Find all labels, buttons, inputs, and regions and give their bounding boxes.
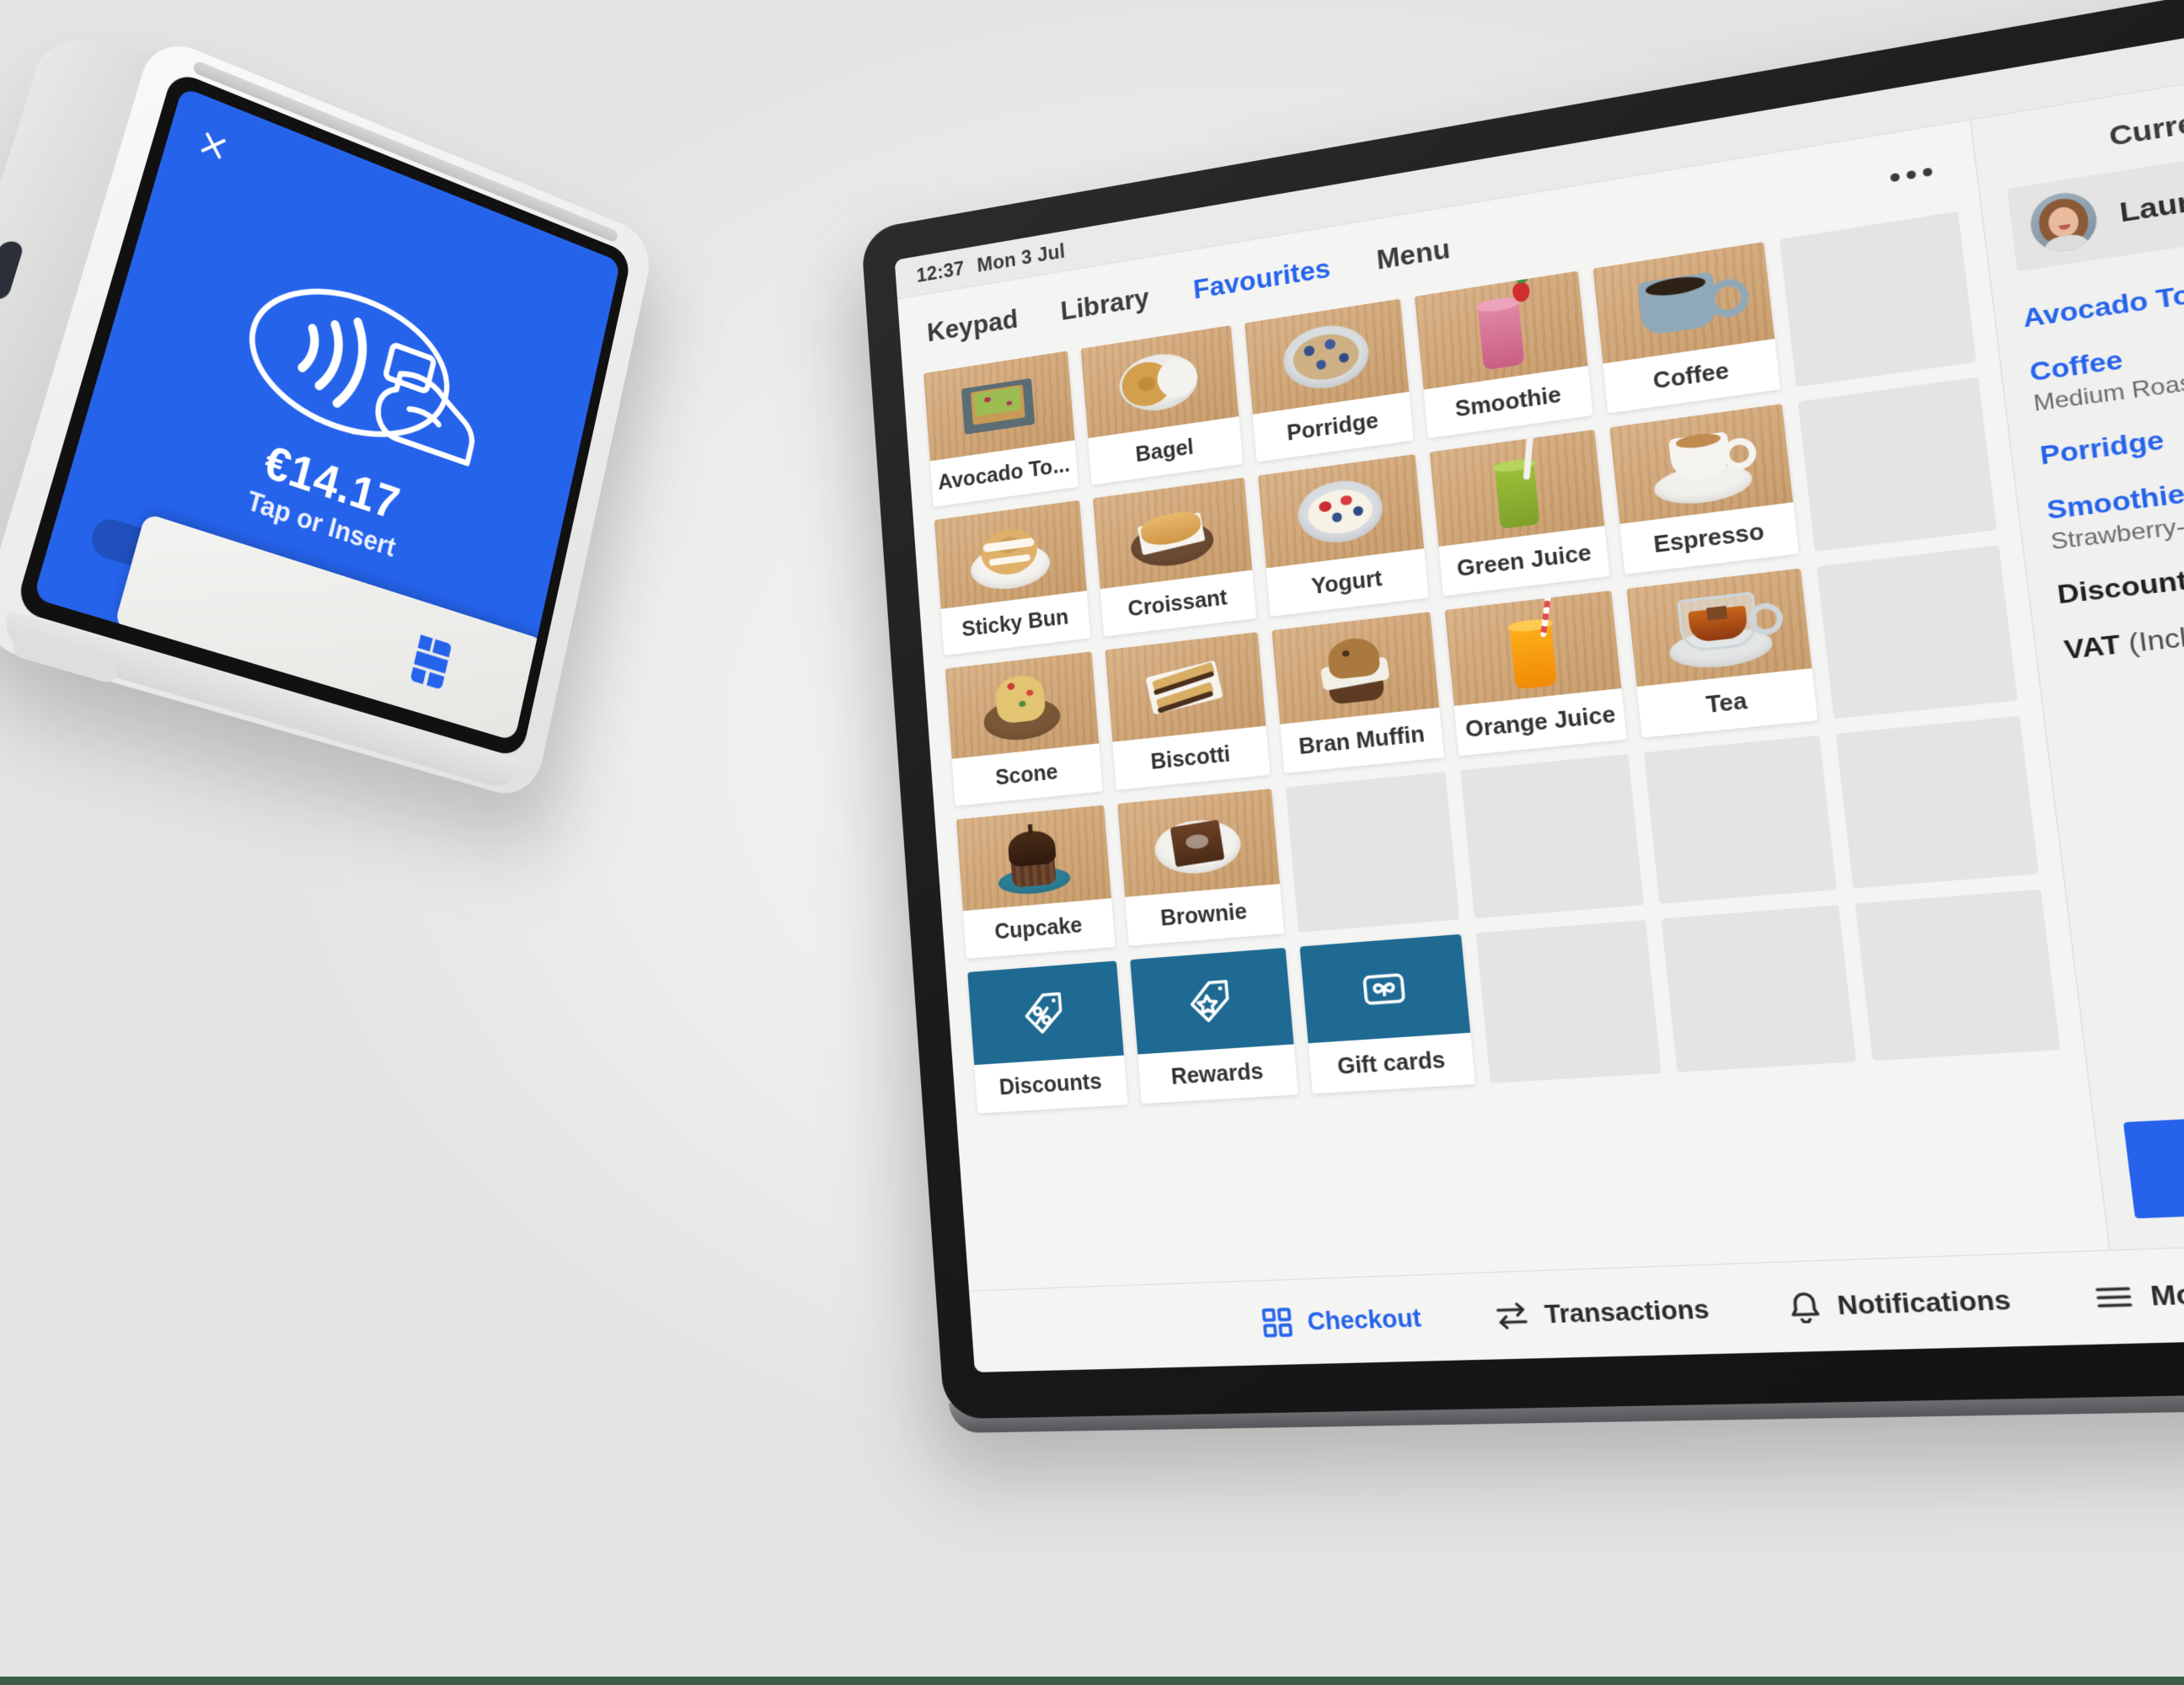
product-image: [1445, 590, 1622, 706]
tablet-device: 12:37 Mon 3 Jul Keypad Library Favourite…: [860, 0, 2184, 1434]
tab-favourites[interactable]: Favourites: [1192, 253, 1332, 305]
product-tile-green-juice[interactable]: Green Juice: [1430, 429, 1610, 596]
grid-tile-empty: [1797, 377, 1997, 552]
product-grid-scroll[interactable]: Avocado To... Bagel Porridge Smoothie Coffee…: [903, 208, 2109, 1291]
product-image: [1271, 612, 1440, 725]
tile-label: Discounts: [974, 1055, 1128, 1114]
product-tile-coffee[interactable]: Coffee: [1592, 241, 1781, 414]
product-tile-avocado-to[interactable]: Avocado To...: [923, 350, 1079, 507]
nav-item-notifications[interactable]: Notifications: [1786, 1283, 2012, 1324]
grid-tile-empty: [1476, 919, 1662, 1083]
grid-tile-empty: [1835, 715, 2039, 889]
close-icon[interactable]: [192, 123, 234, 168]
grid-tile-empty: [1644, 735, 1838, 904]
product-tile-tea[interactable]: Tea: [1626, 568, 1818, 738]
product-image: [934, 500, 1087, 609]
grid-tile-empty: [1817, 544, 2018, 719]
product-tile-croissant[interactable]: Croissant: [1092, 477, 1256, 637]
product-grid: Avocado To... Bagel Porridge Smoothie Coffee…: [923, 211, 2061, 1114]
product-image: [1092, 477, 1252, 590]
nav-item-more[interactable]: More: [2094, 1278, 2184, 1313]
product-image: [956, 805, 1111, 912]
grid-tile-empty: [1285, 772, 1460, 933]
gift-card-icon: [1299, 933, 1471, 1044]
product-image: [1626, 568, 1812, 687]
product-image: [945, 651, 1100, 759]
hamburger-icon: [2094, 1283, 2134, 1311]
tab-library[interactable]: Library: [1060, 283, 1151, 327]
product-image: [1105, 632, 1266, 742]
tile-label: Gift cards: [1308, 1032, 1476, 1094]
nav-item-label: Notifications: [1835, 1285, 2013, 1320]
sumup-logo-icon: [410, 634, 452, 690]
star-tag-icon: [1129, 947, 1294, 1055]
product-tile-cupcake[interactable]: Cupcake: [956, 805, 1116, 959]
product-tile-espresso[interactable]: Espresso: [1609, 404, 1800, 575]
grid-tile-empty: [1460, 753, 1645, 919]
grid-tile-empty: [1855, 889, 2061, 1062]
status-date: Mon 3 Jul: [976, 239, 1067, 276]
grid-tile-empty: [1661, 905, 1857, 1073]
nav-item-label: More: [2149, 1278, 2184, 1311]
product-tile-biscotti[interactable]: Biscotti: [1105, 632, 1271, 790]
product-tile-bagel[interactable]: Bagel: [1080, 325, 1243, 485]
product-tile-yogurt[interactable]: Yogurt: [1257, 453, 1430, 617]
tab-keypad[interactable]: Keypad: [926, 304, 1019, 348]
overflow-menu-icon[interactable]: [1881, 155, 1942, 195]
action-tile-discounts[interactable]: Discounts: [967, 960, 1128, 1114]
status-time: 12:37: [915, 256, 966, 286]
customer-name: Lauren Nowak: [2117, 163, 2184, 229]
discount-tag-icon: [967, 960, 1124, 1066]
product-tile-sticky-bun[interactable]: Sticky Bun: [934, 500, 1091, 655]
product-image: [1117, 789, 1280, 897]
bell-icon: [1786, 1290, 1823, 1324]
action-tile-gift-cards[interactable]: Gift cards: [1299, 933, 1476, 1094]
product-image: [1257, 453, 1425, 569]
product-tile-smoothie[interactable]: Smoothie: [1415, 270, 1593, 439]
transfer-icon: [1493, 1299, 1531, 1332]
grid-tile-empty: [1780, 211, 1977, 388]
action-tile-rewards[interactable]: Rewards: [1129, 947, 1298, 1105]
grid-icon: [1261, 1307, 1294, 1339]
cart-vat-note: (Included): [2127, 613, 2184, 659]
tab-menu[interactable]: Menu: [1375, 233, 1452, 276]
product-tile-orange-juice[interactable]: Orange Juice: [1445, 590, 1627, 757]
avatar: [2027, 188, 2101, 256]
product-tile-brownie[interactable]: Brownie: [1117, 789, 1284, 946]
bottom-color-strip: [0, 1677, 2184, 1685]
nav-item-transactions[interactable]: Transactions: [1493, 1293, 1710, 1332]
nav-item-checkout[interactable]: Checkout: [1261, 1303, 1422, 1339]
product-tile-porridge[interactable]: Porridge: [1244, 298, 1415, 463]
tile-label: Rewards: [1138, 1044, 1298, 1105]
nav-item-label: Checkout: [1306, 1303, 1422, 1335]
product-tile-scone[interactable]: Scone: [945, 651, 1103, 806]
nav-item-label: Transactions: [1543, 1294, 1710, 1329]
product-tile-bran-muffin[interactable]: Bran Muffin: [1271, 612, 1445, 773]
product-image: [1430, 429, 1605, 547]
checkout-pane: Keypad Library Favourites Menu Avocado T…: [897, 120, 2110, 1291]
